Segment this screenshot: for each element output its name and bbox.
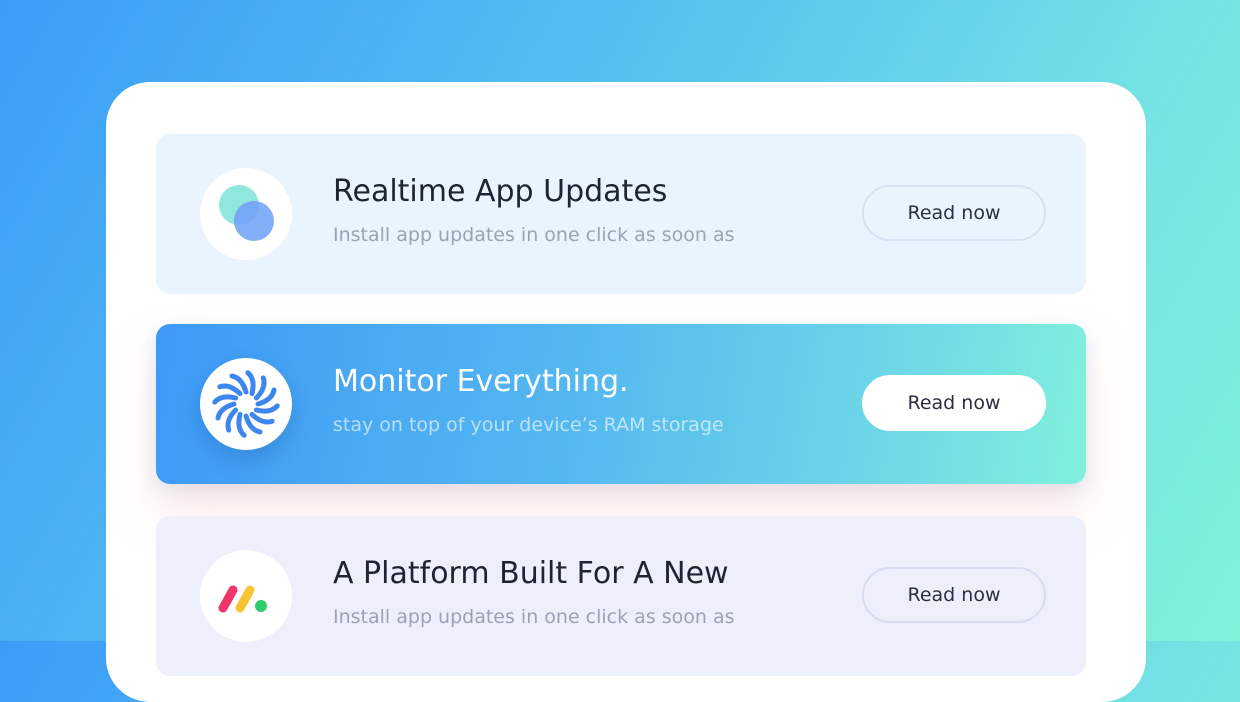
read-now-button[interactable]: Read now	[862, 567, 1046, 623]
card-title: A Platform Built For A New	[333, 556, 729, 591]
card-subtitle: stay on top of your device’s RAM storage	[333, 414, 724, 436]
read-now-button[interactable]: Read now	[862, 185, 1046, 241]
feature-panel: Realtime App Updates Install app updates…	[106, 82, 1146, 702]
overlapping-circles-icon	[219, 185, 274, 241]
card-title: Realtime App Updates	[333, 174, 668, 209]
card-subtitle: Install app updates in one click as soon…	[333, 606, 735, 628]
swirl-spinner-icon	[212, 370, 280, 438]
app-icon	[200, 168, 292, 260]
app-icon	[200, 358, 292, 450]
feature-card-platform: A Platform Built For A New Install app u…	[156, 516, 1086, 676]
read-now-button[interactable]: Read now	[862, 375, 1046, 431]
card-subtitle: Install app updates in one click as soon…	[333, 224, 735, 246]
app-icon	[200, 550, 292, 642]
monday-logo-icon	[218, 585, 267, 613]
card-title: Monitor Everything.	[333, 364, 629, 399]
feature-card-monitor-everything: Monitor Everything. stay on top of your …	[156, 324, 1086, 484]
feature-card-realtime-updates: Realtime App Updates Install app updates…	[156, 134, 1086, 294]
